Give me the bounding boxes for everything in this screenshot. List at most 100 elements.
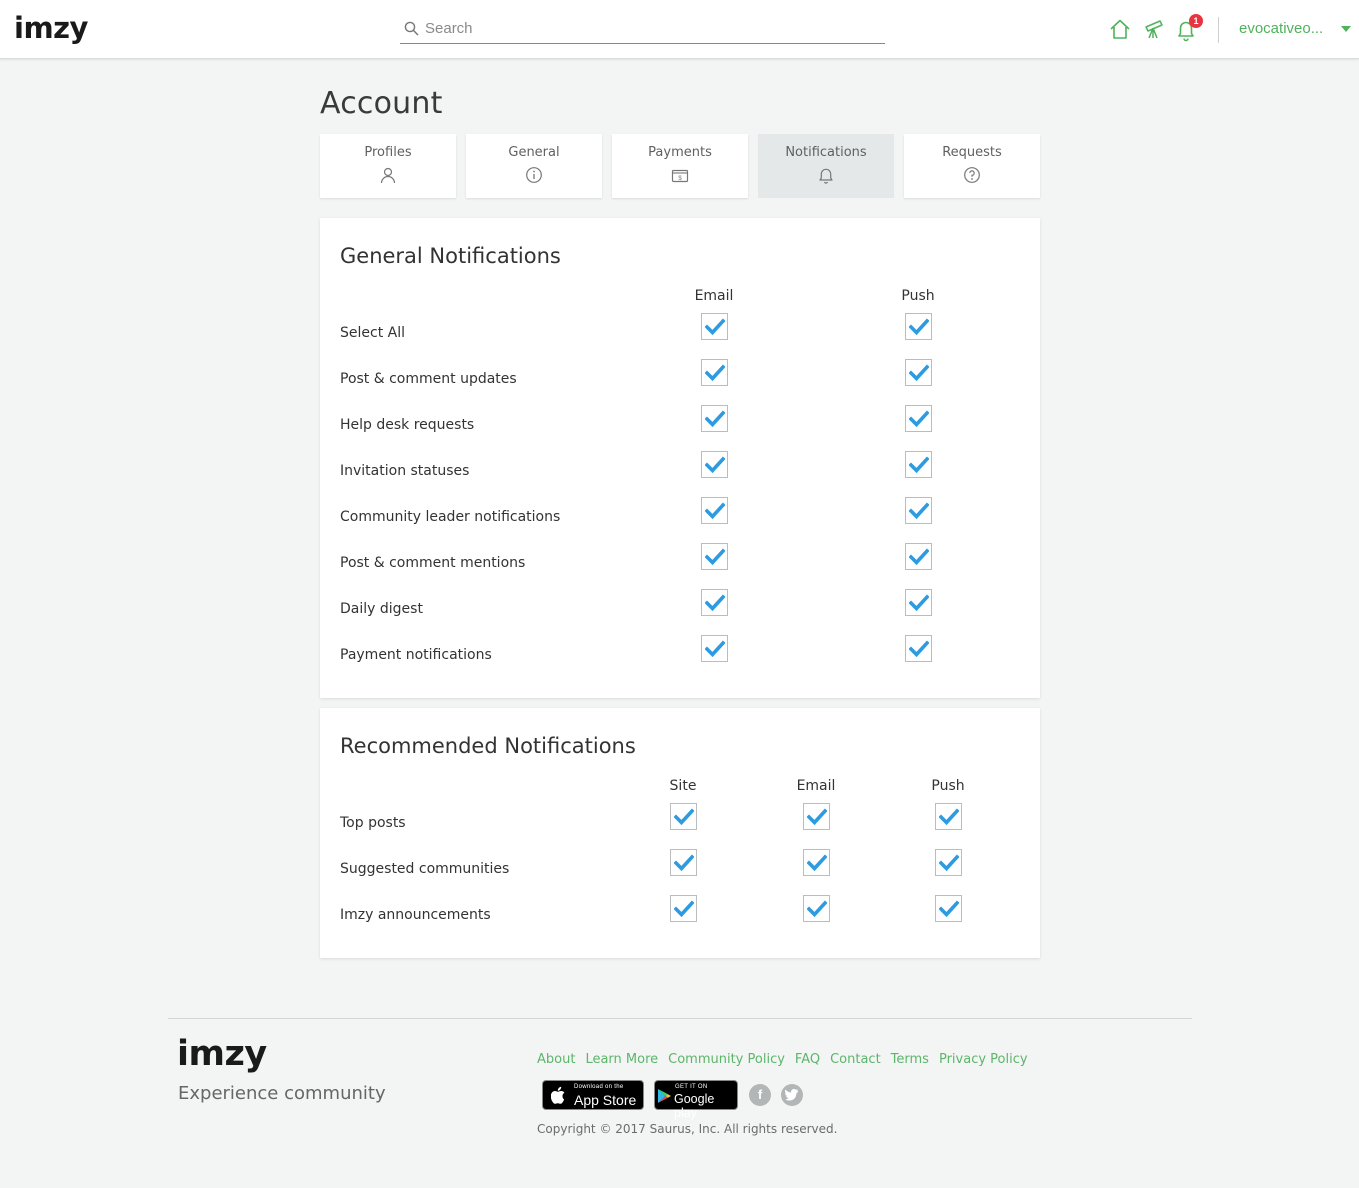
email-checkbox-post-and-comment-updates[interactable]	[701, 359, 728, 386]
apple-icon	[551, 1086, 565, 1104]
checkmark-icon	[674, 854, 694, 872]
notification-row-label: Select All	[340, 325, 405, 341]
site-checkbox-imzy-announcements[interactable]	[670, 895, 697, 922]
column-header-site: Site	[669, 778, 697, 794]
checkmark-icon	[705, 594, 725, 612]
checkmark-icon	[909, 364, 929, 382]
tab-requests[interactable]: Requests	[904, 134, 1040, 198]
footer-link-community-policy[interactable]: Community Policy	[668, 1052, 785, 1067]
footer-logo[interactable]: imzy	[177, 1034, 267, 1074]
checkmark-icon	[705, 318, 725, 336]
general-notifications-card: General Notifications Email Push Select …	[320, 218, 1040, 698]
notification-row-label: Help desk requests	[340, 417, 475, 433]
email-checkbox-top-posts[interactable]	[803, 803, 830, 830]
top-navigation-bar: imzy 1 evocativeo...	[0, 0, 1359, 59]
checkmark-icon	[705, 364, 725, 382]
google-play-badge[interactable]: GET IT ON Google play	[654, 1080, 738, 1120]
site-checkbox-suggested-communities[interactable]	[670, 849, 697, 876]
user-menu-name[interactable]: evocativeo...	[1239, 20, 1323, 37]
checkmark-icon	[939, 808, 959, 826]
checkmark-icon	[705, 456, 725, 474]
checkmark-icon	[909, 410, 929, 428]
checkmark-icon	[909, 640, 929, 658]
notification-count-badge: 1	[1189, 14, 1203, 28]
tab-profiles[interactable]: Profiles	[320, 134, 456, 198]
tab-general[interactable]: General	[466, 134, 602, 198]
push-checkbox-post-and-comment-updates[interactable]	[905, 359, 932, 386]
general-notifications-title: General Notifications	[340, 244, 561, 268]
checkmark-icon	[909, 594, 929, 612]
checkmark-icon	[939, 900, 959, 918]
footer-link-faq[interactable]: FAQ	[795, 1052, 820, 1067]
imzy-logo[interactable]: imzy	[14, 11, 88, 45]
email-checkbox-daily-digest[interactable]	[701, 589, 728, 616]
push-checkbox-payment-notifications[interactable]	[905, 635, 932, 662]
question-icon	[964, 167, 980, 183]
tab-label: Payments	[648, 145, 712, 160]
checkmark-icon	[674, 900, 694, 918]
email-checkbox-help-desk-requests[interactable]	[701, 405, 728, 432]
home-icon[interactable]	[1109, 18, 1131, 40]
checkmark-icon	[705, 502, 725, 520]
notification-row-label: Post & comment updates	[340, 371, 517, 387]
email-checkbox-community-leader-notifications[interactable]	[701, 497, 728, 524]
info-icon	[526, 167, 542, 183]
notification-row-label: Daily digest	[340, 601, 423, 617]
tab-payments[interactable]: Payments $	[612, 134, 748, 198]
push-checkbox-invitation-statuses[interactable]	[905, 451, 932, 478]
push-checkbox-select-all[interactable]	[905, 313, 932, 340]
push-checkbox-suggested-communities[interactable]	[935, 849, 962, 876]
footer-link-terms[interactable]: Terms	[891, 1052, 929, 1067]
checkmark-icon	[807, 900, 827, 918]
email-checkbox-payment-notifications[interactable]	[701, 635, 728, 662]
google-play-text: Google play	[674, 1092, 715, 1120]
push-checkbox-daily-digest[interactable]	[905, 589, 932, 616]
twitter-icon[interactable]	[781, 1084, 803, 1106]
recommended-notifications-title: Recommended Notifications	[340, 734, 636, 758]
column-header-email: Email	[796, 778, 836, 794]
email-checkbox-suggested-communities[interactable]	[803, 849, 830, 876]
footer-link-learn-more[interactable]: Learn More	[585, 1052, 658, 1067]
footer-link-privacy-policy[interactable]: Privacy Policy	[939, 1052, 1028, 1067]
copyright-text: Copyright © 2017 Saurus, Inc. All rights…	[537, 1122, 838, 1136]
checkmark-icon	[909, 502, 929, 520]
tab-notifications[interactable]: Notifications	[758, 134, 894, 198]
footer-link-contact[interactable]: Contact	[830, 1052, 881, 1067]
facebook-icon[interactable]: f	[749, 1084, 771, 1106]
checkmark-icon	[705, 548, 725, 566]
tab-label: Profiles	[364, 145, 412, 160]
checkmark-icon	[939, 854, 959, 872]
push-checkbox-help-desk-requests[interactable]	[905, 405, 932, 432]
footer-link-about[interactable]: About	[537, 1052, 575, 1067]
search-icon	[404, 21, 419, 36]
checkmark-icon	[807, 854, 827, 872]
checkmark-icon	[909, 456, 929, 474]
tab-label: Requests	[942, 145, 1002, 160]
notification-row-label: Imzy announcements	[340, 907, 491, 923]
site-checkbox-top-posts[interactable]	[670, 803, 697, 830]
notification-row-label: Community leader notifications	[340, 509, 561, 525]
app-store-small-text: Download on the	[574, 1084, 624, 1090]
push-checkbox-imzy-announcements[interactable]	[935, 895, 962, 922]
google-play-small-text: GET IT ON	[675, 1084, 708, 1090]
app-store-text: App Store	[574, 1092, 637, 1108]
checkmark-icon	[909, 548, 929, 566]
telescope-icon[interactable]	[1143, 18, 1165, 40]
header-divider	[1218, 17, 1219, 43]
email-checkbox-select-all[interactable]	[701, 313, 728, 340]
column-header-email: Email	[694, 288, 734, 304]
push-checkbox-top-posts[interactable]	[935, 803, 962, 830]
push-checkbox-community-leader-notifications[interactable]	[905, 497, 932, 524]
app-store-badge[interactable]: Download on the App Store	[542, 1080, 644, 1110]
column-header-push: Push	[931, 778, 965, 794]
search-bar[interactable]	[400, 14, 885, 44]
chevron-down-icon[interactable]	[1341, 26, 1351, 32]
email-checkbox-post-and-comment-mentions[interactable]	[701, 543, 728, 570]
push-checkbox-post-and-comment-mentions[interactable]	[905, 543, 932, 570]
search-input[interactable]	[425, 20, 865, 37]
footer-divider	[168, 1018, 1192, 1019]
notification-row-label: Suggested communities	[340, 861, 510, 877]
email-checkbox-invitation-statuses[interactable]	[701, 451, 728, 478]
footer-links: About Learn More Community Policy FAQ Co…	[537, 1052, 1028, 1067]
email-checkbox-imzy-announcements[interactable]	[803, 895, 830, 922]
